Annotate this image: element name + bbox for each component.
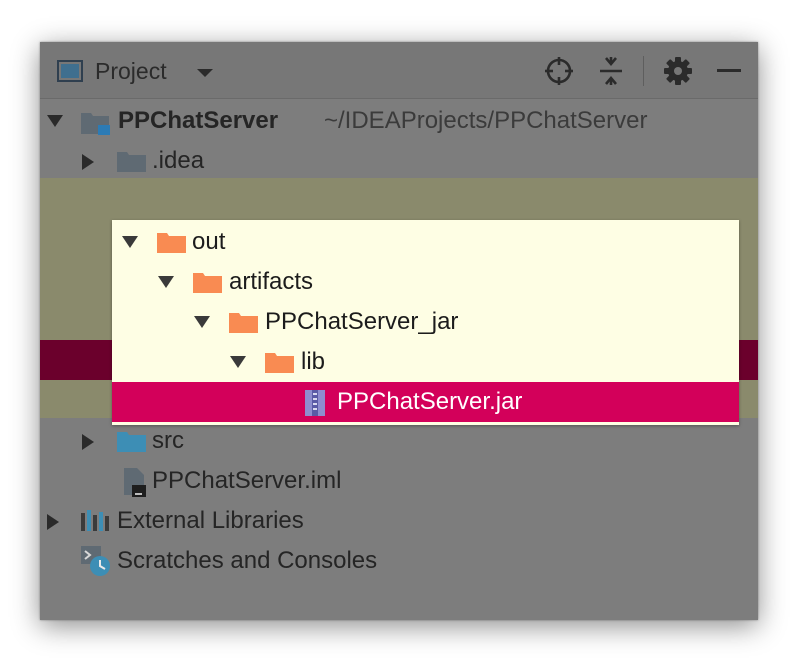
tree-row-out[interactable]: out bbox=[112, 222, 739, 262]
tree-label: Scratches and Consoles bbox=[117, 547, 378, 574]
minimize-icon[interactable] bbox=[717, 69, 741, 73]
folder-icon bbox=[229, 313, 258, 333]
tree-row-scratches[interactable]: Scratches and Consoles bbox=[40, 541, 758, 581]
chevron-down-icon[interactable] bbox=[196, 68, 214, 78]
project-path: ~/IDEAProjects/PPChatServer bbox=[324, 107, 648, 134]
folder-icon bbox=[157, 233, 186, 253]
locate-icon[interactable] bbox=[544, 56, 574, 86]
expanded-arrow-icon[interactable] bbox=[157, 275, 175, 289]
scratches-icon bbox=[81, 546, 110, 576]
library-icon bbox=[81, 510, 109, 531]
tool-window-title[interactable]: Project bbox=[95, 58, 167, 85]
project-tool-window: Project PPChatServer ~/IDEAProjects/PPCh… bbox=[40, 42, 758, 620]
collapse-all-icon[interactable] bbox=[598, 56, 624, 86]
source-folder-icon bbox=[117, 432, 146, 452]
tree-label: PPChatServer.iml bbox=[152, 467, 342, 494]
tree-row-idea[interactable]: .idea bbox=[40, 141, 758, 181]
expanded-arrow-icon[interactable] bbox=[229, 355, 247, 369]
tree-label: .idea bbox=[152, 147, 205, 174]
tree-row-artifacts[interactable]: artifacts bbox=[112, 262, 739, 302]
collapsed-arrow-icon[interactable] bbox=[81, 153, 95, 171]
tree-label: artifacts bbox=[229, 268, 314, 295]
folder-icon bbox=[265, 353, 294, 373]
tree-row-external-libraries[interactable]: External Libraries bbox=[40, 501, 758, 541]
tree-label: lib bbox=[301, 348, 326, 375]
tree-row-lib[interactable]: lib bbox=[112, 342, 739, 382]
collapsed-arrow-icon[interactable] bbox=[46, 513, 60, 531]
gear-icon[interactable] bbox=[663, 56, 693, 86]
tree-label: src bbox=[152, 427, 184, 454]
expanded-subtree-popup: out artifacts PPChatServer_jar lib PPCha… bbox=[112, 220, 739, 425]
tree-row-artifact-jar-dir[interactable]: PPChatServer_jar bbox=[112, 302, 739, 342]
tree-label: External Libraries bbox=[117, 507, 304, 534]
header-separator bbox=[643, 56, 644, 86]
tree-row-src[interactable]: src bbox=[40, 421, 758, 461]
module-folder-icon bbox=[81, 113, 110, 135]
tree-label: PPChatServer.jar bbox=[337, 388, 523, 415]
iml-file-icon bbox=[124, 468, 146, 497]
jar-file-icon bbox=[305, 390, 325, 416]
tree-row-jar-file[interactable]: PPChatServer.jar bbox=[112, 382, 739, 422]
expanded-arrow-icon[interactable] bbox=[46, 114, 64, 128]
folder-icon bbox=[193, 273, 222, 293]
tree-label: PPChatServer_jar bbox=[265, 308, 459, 335]
folder-icon bbox=[117, 152, 146, 172]
collapsed-arrow-icon[interactable] bbox=[81, 433, 95, 451]
tree-row-jar-file-selected[interactable]: PPChatServer.jar bbox=[112, 382, 739, 422]
project-view-icon bbox=[57, 60, 83, 82]
tool-window-header: Project bbox=[40, 42, 758, 99]
project-name: PPChatServer bbox=[118, 107, 279, 134]
expanded-arrow-icon[interactable] bbox=[121, 235, 139, 249]
tree-row-iml[interactable]: PPChatServer.iml bbox=[40, 461, 758, 501]
tree-label: out bbox=[192, 228, 226, 255]
expanded-arrow-icon[interactable] bbox=[193, 315, 211, 329]
tree-row-root[interactable]: PPChatServer ~/IDEAProjects/PPChatServer bbox=[40, 101, 758, 141]
